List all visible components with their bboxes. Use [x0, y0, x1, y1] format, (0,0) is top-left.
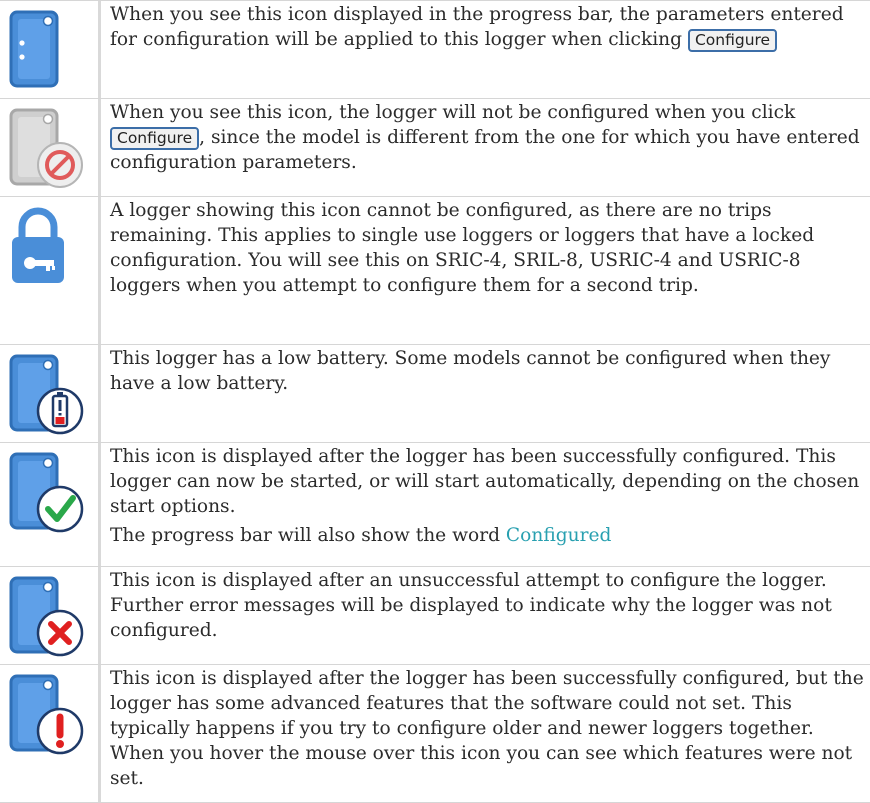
row-paragraph: This icon is displayed after the logger … [110, 668, 864, 789]
row-paragraph: When you see this icon displayed in the … [110, 4, 844, 52]
row-paragraph: When you see this icon, the logger will … [110, 102, 860, 173]
row-paragraph: This icon is displayed after the logger … [110, 446, 860, 517]
row-paragraph: This icon is displayed after an unsucces… [110, 570, 832, 641]
row-text: When you see this icon displayed in the … [110, 2, 866, 52]
icon-cell [0, 99, 101, 196]
icon-cell [0, 1, 101, 98]
configure-button[interactable]: Configure [110, 127, 200, 150]
table-row: When you see this icon, the logger will … [0, 98, 870, 196]
icon-cell [0, 443, 101, 566]
lock-key-icon [12, 207, 64, 283]
logger-configure-icon [9, 10, 59, 88]
row-paragraph: A logger showing this icon cannot be con… [110, 200, 815, 296]
table-row: This icon is displayed after the logger … [0, 442, 870, 566]
icon-cell [0, 665, 101, 802]
table-row: This logger has a low battery. Some mode… [0, 344, 870, 442]
icon-cell [0, 345, 101, 442]
table-row: This icon is displayed after an unsucces… [0, 566, 870, 664]
row-text: This logger has a low battery. Some mode… [110, 346, 866, 396]
logger-warning-icon [9, 674, 84, 755]
row-text: This icon is displayed after the logger … [110, 444, 866, 548]
row-paragraph: The progress bar will also show the word… [110, 525, 612, 546]
configured-word: Configured [505, 525, 612, 546]
configure-button[interactable]: Configure [687, 29, 778, 52]
row-text: This icon is displayed after an unsucces… [110, 568, 866, 643]
icon-cell [0, 197, 101, 344]
row-text: This icon is displayed after the logger … [110, 666, 866, 791]
table-row: A logger showing this icon cannot be con… [0, 196, 870, 344]
table-row: This icon is displayed after the logger … [0, 664, 870, 803]
row-text: When you see this icon, the logger will … [110, 100, 866, 175]
logger-configured-check-icon [9, 452, 84, 533]
icon-cell [0, 567, 101, 664]
row-paragraph: This logger has a low battery. Some mode… [110, 348, 831, 394]
logger-low-battery-icon [9, 354, 84, 435]
row-text: A logger showing this icon cannot be con… [110, 198, 866, 298]
logger-error-icon [9, 576, 84, 657]
logger-not-configured-icon [9, 108, 83, 188]
table-row: When you see this icon displayed in the … [0, 0, 870, 98]
